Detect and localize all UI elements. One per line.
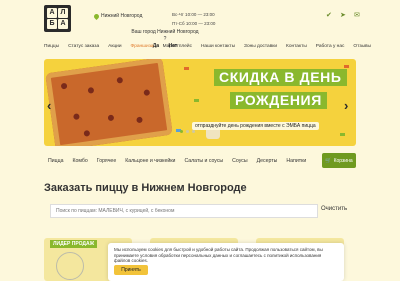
telegram-icon[interactable]: ➤: [340, 12, 348, 19]
city-name: Нижний Новгород: [101, 13, 143, 19]
cookie-banner: Мы используем cookies для быстрой и удоб…: [108, 243, 344, 281]
topnav-item[interactable]: Пиццы: [44, 44, 59, 49]
topnav-item[interactable]: Акции: [108, 44, 121, 49]
topnav-item[interactable]: Зоны доставки: [244, 44, 277, 49]
site-header: А Л Б А Нижний Новгород Вс-Чт 10:00 — 23…: [0, 0, 400, 49]
topnav-item[interactable]: Отзывы: [353, 44, 371, 49]
banner-title: СКИДКА В ДЕНЬ РОЖДЕНИЯ: [212, 69, 352, 111]
city-question: Ваш город Нижний Новгород ?: [131, 29, 199, 42]
search-input[interactable]: [50, 204, 318, 218]
carousel-dots: [180, 130, 195, 133]
banner-subtitle: отпразднуйте день рождения вместе с ЭМБА…: [192, 122, 319, 130]
bestseller-badge: ЛИДЕР ПРОДАЖ: [50, 240, 98, 248]
vk-icon[interactable]: ✔: [326, 12, 334, 19]
cookie-accept-button[interactable]: Принять: [114, 265, 148, 275]
hours-weekdays: Вс-Чт 10:00 — 23:00: [172, 12, 215, 17]
category-navigation: Пицца Комбо Горячее Кальцоне и чизкейки …: [48, 158, 306, 164]
banner-title-line1: СКИДКА В ДЕНЬ: [214, 69, 347, 86]
topnav-item[interactable]: Контакты: [286, 44, 307, 49]
category-item[interactable]: Кальцоне и чизкейки: [125, 158, 175, 164]
location-pin-icon: [92, 12, 101, 20]
city-selector[interactable]: Нижний Новгород: [92, 12, 143, 20]
category-item[interactable]: Салаты и соусы: [184, 158, 223, 164]
topnav-item[interactable]: Франшиза: [131, 44, 154, 49]
cart-button[interactable]: 🛒 Корзина: [322, 153, 356, 168]
carousel-dot[interactable]: [180, 130, 183, 133]
carousel-dot[interactable]: [192, 130, 195, 133]
working-hours: Вс-Чт 10:00 — 23:00 Пт-Сб 10:00 — 23:00: [172, 10, 215, 28]
carousel-next-icon[interactable]: ›: [344, 98, 348, 113]
logo-letter: Л: [58, 8, 68, 18]
category-item[interactable]: Напитки: [286, 158, 306, 164]
send-icon[interactable]: ✉: [354, 12, 362, 19]
top-navigation: Пиццы Статус заказа Акции Франшиза Марке…: [44, 44, 371, 49]
social-links: ✔ ➤ ✉: [326, 12, 362, 19]
pizza-image: [56, 252, 84, 280]
promo-banner[interactable]: СКИДКА В ДЕНЬ РОЖДЕНИЯ отпразднуйте день…: [44, 59, 356, 146]
pizza-image: [45, 59, 173, 146]
logo-letter: А: [58, 19, 68, 29]
category-item[interactable]: Пицца: [48, 158, 63, 164]
category-item[interactable]: Комбо: [72, 158, 87, 164]
clear-search-button[interactable]: Очистить: [321, 206, 347, 212]
banner-title-line2: РОЖДЕНИЯ: [230, 92, 327, 109]
carousel-prev-icon[interactable]: ‹: [47, 98, 51, 113]
topnav-item[interactable]: Статус заказа: [68, 44, 99, 49]
topnav-item[interactable]: Маркетплейс: [163, 44, 192, 49]
cookie-text: Мы используем cookies для быстрой и удоб…: [114, 247, 323, 263]
hours-weekend: Пт-Сб 10:00 — 23:00: [172, 21, 216, 26]
carousel-dot[interactable]: [186, 130, 189, 133]
site-logo[interactable]: А Л Б А: [44, 5, 71, 32]
logo-letter: Б: [47, 19, 57, 29]
category-item[interactable]: Горячее: [97, 158, 116, 164]
cart-label: Корзина: [333, 157, 353, 164]
topnav-item[interactable]: Работа у нас: [316, 44, 345, 49]
category-item[interactable]: Соусы: [232, 158, 247, 164]
logo-letter: А: [47, 8, 57, 18]
topnav-item[interactable]: Наши контакты: [201, 44, 235, 49]
category-item[interactable]: Десерты: [257, 158, 278, 164]
page-title: Заказать пиццу в Нижнем Новгороде: [44, 182, 247, 194]
cart-icon: 🛒: [325, 157, 332, 164]
